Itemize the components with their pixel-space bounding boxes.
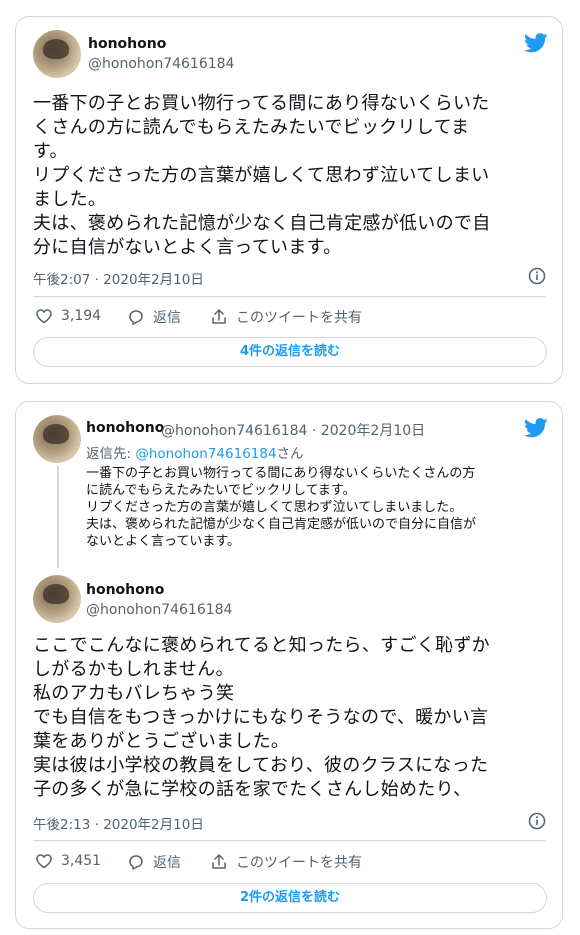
share-label: このツイートを共有 — [236, 855, 362, 871]
share-button[interactable]: このツイートを共有 — [210, 852, 362, 872]
read-replies-button[interactable]: 4件の返信を読む — [33, 337, 547, 367]
author-name[interactable]: honohono — [88, 36, 166, 52]
heart-icon — [36, 309, 52, 324]
read-replies-button[interactable]: 2件の返信を読む — [33, 883, 547, 913]
reply-button[interactable]: 返信 — [127, 307, 181, 327]
tweet-timestamp[interactable]: 午後2:13 · 2020年2月10日 — [33, 813, 204, 833]
parent-tweet-text: 一番下の子とお買い物行ってる間にあり得ないくらいたくさんの方 に読んでもらえたみ… — [86, 466, 477, 549]
author-handle[interactable]: @honohon74616184 — [88, 56, 234, 72]
like-count: 3,451 — [61, 853, 102, 869]
twitter-bird-icon[interactable] — [524, 33, 548, 53]
like-button[interactable]: 3,194 — [35, 307, 101, 325]
like-button[interactable]: 3,451 — [35, 852, 101, 870]
reply-to-line: 返信先: @honohon74616184さん — [86, 442, 304, 462]
divider — [33, 296, 545, 297]
tweet-text: 一番下の子とお買い物行ってる間にあり得ないくらいた くさんの方に読んでもらえたみ… — [33, 93, 491, 258]
author-handle[interactable]: @honohon74616184 — [86, 602, 232, 618]
avatar[interactable] — [33, 30, 81, 78]
reply-label: 返信 — [153, 855, 181, 871]
share-icon — [212, 854, 226, 869]
author-name[interactable]: honohono — [86, 582, 164, 598]
tweet-timestamp[interactable]: 午後2:07 · 2020年2月10日 — [33, 268, 204, 288]
divider — [33, 840, 545, 841]
share-button[interactable]: このツイートを共有 — [210, 307, 362, 327]
parent-author-name[interactable]: honohono — [86, 420, 164, 436]
info-icon[interactable] — [528, 812, 546, 830]
share-icon — [212, 309, 226, 324]
avatar[interactable] — [33, 575, 81, 623]
thread-line — [57, 466, 59, 568]
reply-to-suffix: さん — [276, 446, 304, 462]
twitter-bird-icon[interactable] — [524, 418, 548, 438]
info-icon[interactable] — [528, 267, 546, 285]
like-count: 3,194 — [61, 308, 102, 324]
parent-author-meta[interactable]: @honohon74616184 · 2020年2月10日 — [161, 420, 425, 440]
tweet-card[interactable]: honohono @honohon74616184 一番下の子とお買い物行ってる… — [15, 16, 563, 384]
reply-icon — [129, 855, 143, 870]
reply-button[interactable]: 返信 — [127, 852, 181, 872]
tweet-card[interactable]: honohono @honohon74616184 · 2020年2月10日 返… — [15, 401, 563, 929]
tweet-text: ここでこんなに褒められてると知ったら、すごく恥ずか しがるかもしれません。 私の… — [33, 635, 490, 800]
reply-icon — [129, 310, 143, 325]
share-label: このツイートを共有 — [236, 310, 362, 326]
parent-avatar[interactable] — [33, 415, 81, 463]
reply-to-handle[interactable]: @honohon74616184 — [135, 446, 276, 462]
heart-icon — [36, 854, 52, 869]
reply-to-prefix: 返信先: — [86, 446, 136, 462]
reply-label: 返信 — [153, 310, 181, 326]
